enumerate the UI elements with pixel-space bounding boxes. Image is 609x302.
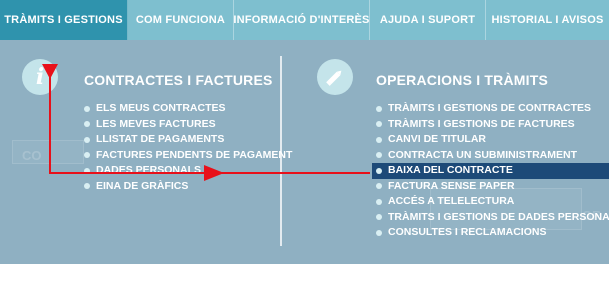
annotation-arrow (42, 64, 370, 181)
arrow-head-down-icon (42, 64, 58, 79)
arrow-head-right-icon (204, 165, 224, 181)
arrow-path-left (49, 67, 225, 174)
